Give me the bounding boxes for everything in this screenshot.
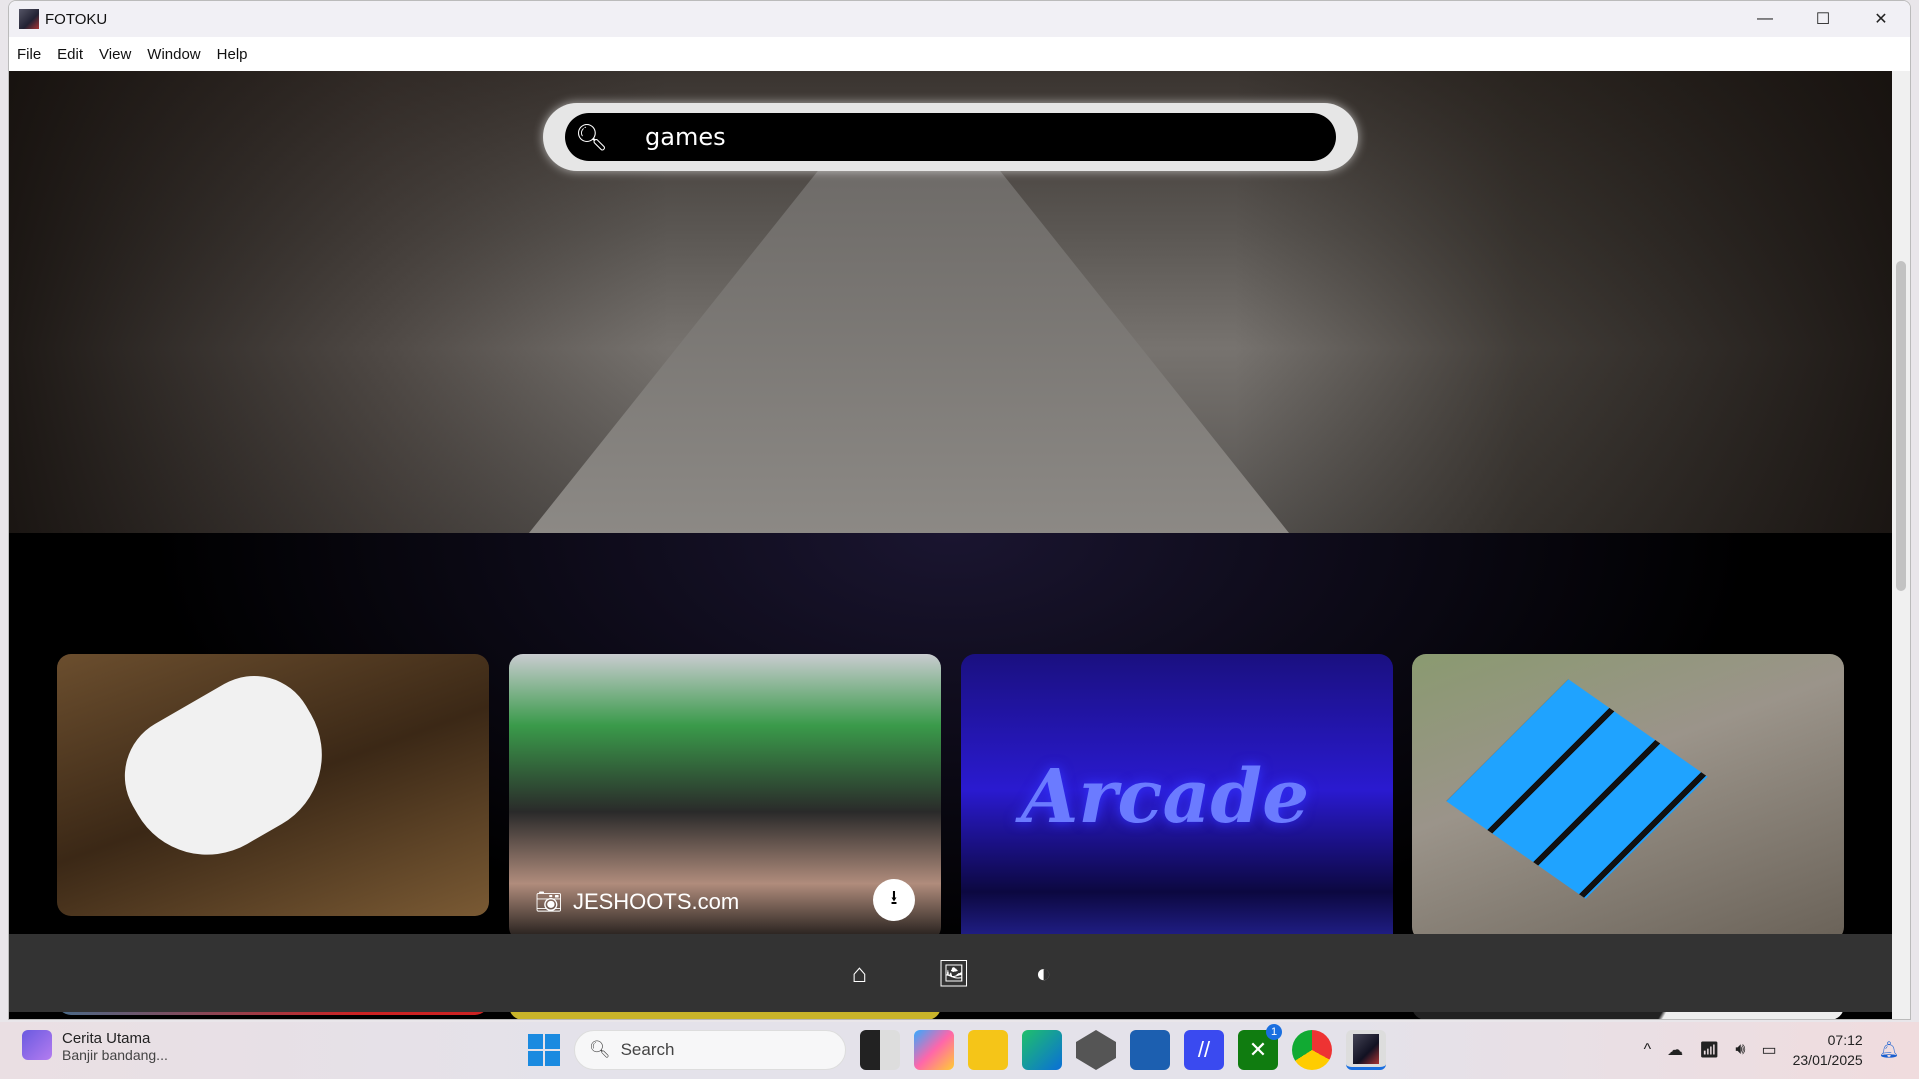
bottom-nav: ⌂ 🖼︎ ◐ <box>9 934 1894 1012</box>
home-icon[interactable]: ⌂ <box>846 958 874 989</box>
vertical-scrollbar[interactable] <box>1892 71 1910 1019</box>
news-subtitle: Banjir bandang... <box>62 1047 168 1063</box>
cube-image <box>1446 679 1708 899</box>
news-icon <box>22 1030 52 1060</box>
hero-banner-image: 🔍︎ <box>9 71 1894 533</box>
taskbar-search[interactable]: 🔍︎ Search <box>574 1030 846 1070</box>
file-explorer-icon[interactable] <box>968 1030 1008 1070</box>
onedrive-icon[interactable]: ☁ <box>1667 1040 1683 1060</box>
system-tray: ^ ☁ 📶︎ 🔊︎ ▭ 07:12 23/01/2025 🔔︎ <box>1644 1030 1899 1070</box>
photographer-name: JESHOOTS.com <box>572 889 740 914</box>
volume-icon[interactable]: 🔊︎ <box>1735 1041 1745 1059</box>
app-window: FOTOKU — ☐ ✕ File Edit View Window Help … <box>8 0 1911 1020</box>
search-input[interactable] <box>645 123 1245 151</box>
download-icon: ⭳ <box>890 887 898 909</box>
fotoku-taskbar-icon[interactable] <box>1346 1030 1386 1070</box>
xbox-icon[interactable]: ✕ 1 <box>1238 1024 1282 1070</box>
windows-start-icon[interactable] <box>528 1034 560 1066</box>
taskbar: Cerita Utama Banjir bandang... 🔍︎ Search /… <box>0 1022 1919 1079</box>
photo-credit[interactable]: 📷︎ JESHOOTS.com <box>535 889 739 915</box>
app-icon[interactable] <box>1076 1030 1116 1070</box>
search-bar: 🔍︎ <box>543 103 1358 171</box>
wifi-icon[interactable]: 📶︎ <box>1699 1040 1719 1060</box>
taskbar-search-placeholder: Search <box>620 1040 675 1059</box>
chevron-up-icon[interactable]: ^ <box>1644 1041 1652 1059</box>
photo-card-controller[interactable] <box>57 654 489 916</box>
camera-icon: 📷︎ <box>535 889 563 914</box>
search-icon: 🔍︎ <box>589 1040 611 1059</box>
app-icon[interactable]: // <box>1184 1030 1224 1070</box>
time: 07:12 <box>1827 1032 1863 1048</box>
window-title: FOTOKU <box>45 10 108 28</box>
app-logo-icon <box>19 9 39 29</box>
menu-help[interactable]: Help <box>217 46 248 63</box>
xbox-badge: 1 <box>1266 1024 1282 1040</box>
notification-bell-icon[interactable]: 🔔︎ <box>1879 1040 1899 1060</box>
menu-window[interactable]: Window <box>147 46 200 63</box>
menu-edit[interactable]: Edit <box>57 46 83 63</box>
photo-card-football-game[interactable]: 📷︎ JESHOOTS.com ⭳ <box>509 654 941 941</box>
menu-view[interactable]: View <box>99 46 131 63</box>
menu-bar: File Edit View Window Help <box>9 37 1910 71</box>
maximize-button[interactable]: ☐ <box>1794 1 1852 37</box>
microsoft-store-icon[interactable] <box>1130 1030 1170 1070</box>
task-view-icon[interactable] <box>860 1030 900 1070</box>
arcade-sign: Arcade <box>1021 754 1310 840</box>
edge-icon[interactable] <box>1022 1030 1062 1070</box>
minimize-button[interactable]: — <box>1736 1 1794 37</box>
controller-image <box>102 654 352 884</box>
main-content: 🔍︎ 📷︎ JESHOOTS.com ⭳ Arcade ⌂ 🖼︎ ◐ <box>9 71 1894 1019</box>
street-image <box>529 171 1289 533</box>
copilot-icon[interactable] <box>914 1030 954 1070</box>
download-button[interactable]: ⭳ <box>873 879 915 921</box>
battery-icon[interactable]: ▭ <box>1761 1040 1776 1060</box>
theme-contrast-icon[interactable]: ◐ <box>1030 958 1058 989</box>
clock[interactable]: 07:12 23/01/2025 <box>1793 1030 1863 1070</box>
chrome-icon[interactable] <box>1292 1030 1332 1070</box>
news-title: Cerita Utama <box>62 1030 151 1047</box>
scrollbar-thumb[interactable] <box>1896 261 1906 591</box>
date: 23/01/2025 <box>1792 1052 1863 1068</box>
menu-file[interactable]: File <box>17 46 41 63</box>
photo-card-rubiks-cube[interactable] <box>1412 654 1844 941</box>
search-icon[interactable]: 🔍︎ <box>575 122 625 153</box>
close-button[interactable]: ✕ <box>1852 1 1910 37</box>
news-widget[interactable]: Cerita Utama Banjir bandang... <box>22 1030 168 1063</box>
title-bar: FOTOKU — ☐ ✕ <box>9 1 1910 37</box>
gallery-icon[interactable]: 🖼︎ <box>938 958 971 989</box>
